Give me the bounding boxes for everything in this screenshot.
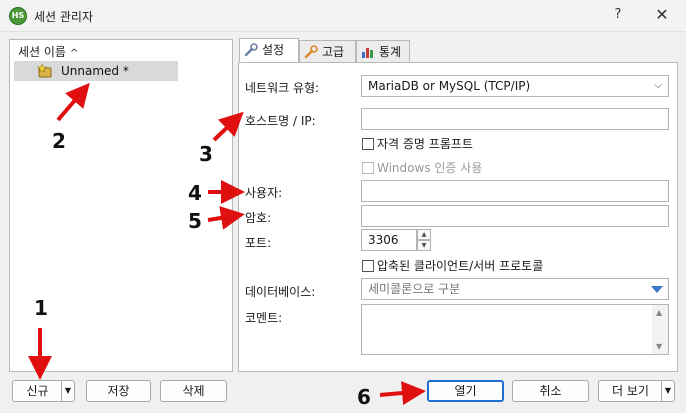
annotation-number-2: 2	[52, 129, 66, 153]
annotation-number-1: 1	[34, 296, 48, 320]
annotation-arrow-2	[56, 82, 90, 122]
annotation-number-5: 5	[188, 209, 202, 233]
annotation-arrow-6	[379, 381, 426, 406]
annotation-number-4: 4	[188, 181, 202, 205]
annotation-number-6: 6	[357, 385, 371, 409]
annotation-number-3: 3	[199, 142, 213, 166]
annotation-arrows	[28, 82, 426, 406]
annotation-arrow-5	[207, 206, 245, 230]
annotation-arrow-3	[212, 111, 244, 142]
